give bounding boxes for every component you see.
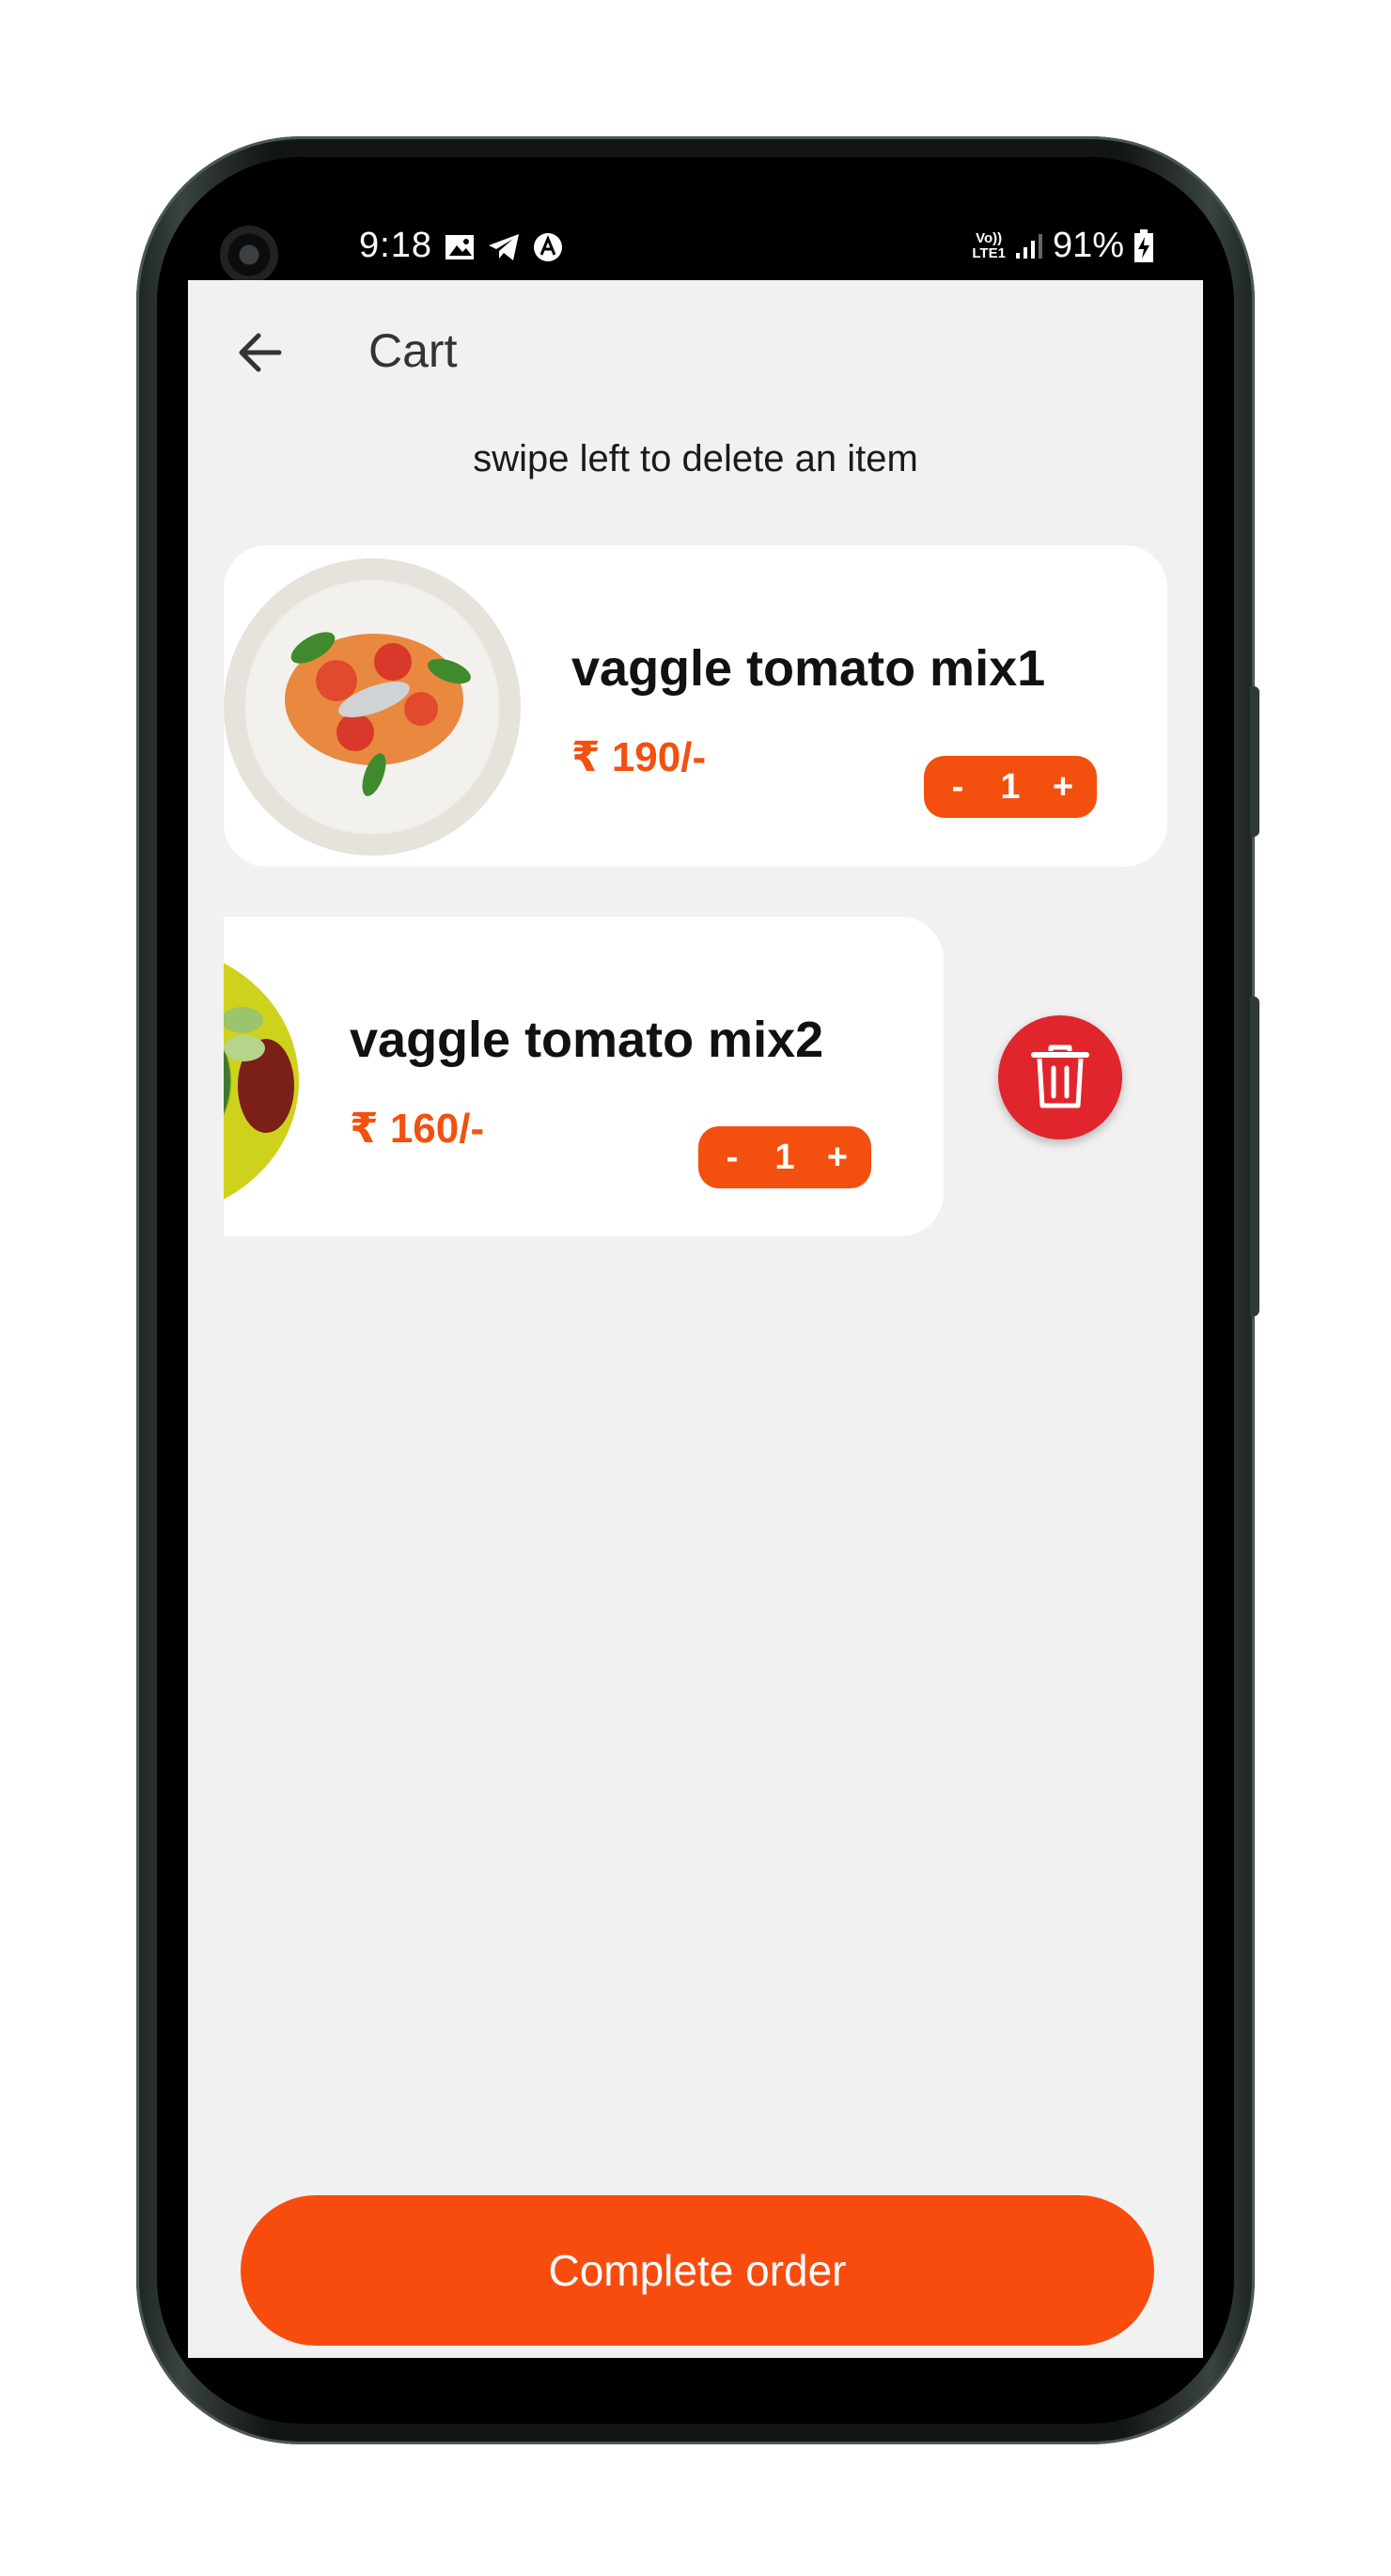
- quantity-value: 1: [1000, 766, 1021, 807]
- decrease-quantity-button[interactable]: -: [719, 1138, 745, 1178]
- app-bar: Cart: [188, 280, 1203, 421]
- status-bar: 9:18 Vo)) LTE1 91%: [188, 186, 1203, 284]
- telegram-icon: [489, 234, 519, 260]
- app-notification-icon: [534, 233, 562, 261]
- notification-icons: [444, 231, 564, 263]
- complete-order-button[interactable]: Complete order: [241, 2195, 1154, 2346]
- item-price: ₹ 190/-: [571, 734, 707, 780]
- battery-charging-icon: [1134, 228, 1153, 262]
- arrow-left-icon: [239, 333, 282, 372]
- signal-icon: [1015, 233, 1042, 259]
- battery-percent: 91%: [1052, 226, 1124, 265]
- food-image: [224, 945, 299, 1217]
- cart-item-card[interactable]: vaggle tomato mix2 ₹ 160/- - 1 +: [224, 917, 944, 1236]
- status-time: 9:18: [359, 226, 432, 265]
- item-name: vaggle tomato mix2: [350, 1012, 824, 1068]
- decrease-quantity-button[interactable]: -: [945, 767, 971, 808]
- front-camera: [220, 226, 278, 284]
- quantity-value: 1: [774, 1137, 795, 1177]
- lte-label: LTE1: [972, 244, 1006, 261]
- food-image: [224, 558, 521, 856]
- status-right: Vo)) LTE1 91%: [972, 226, 1154, 266]
- trash-icon: [1031, 1045, 1089, 1108]
- gallery-icon: [445, 235, 474, 259]
- increase-quantity-button[interactable]: +: [824, 1138, 851, 1178]
- page-title: Cart: [368, 324, 458, 377]
- network-type: Vo)) LTE1: [972, 229, 1006, 261]
- swipe-hint: swipe left to delete an item: [473, 438, 918, 479]
- quantity-stepper: - 1 +: [924, 756, 1097, 818]
- phone-side-button: [1250, 997, 1259, 1316]
- quantity-stepper: - 1 +: [698, 1126, 871, 1188]
- increase-quantity-button[interactable]: +: [1050, 767, 1076, 808]
- back-button[interactable]: [227, 320, 293, 385]
- item-name: vaggle tomato mix1: [571, 640, 1046, 697]
- item-price: ₹ 160/-: [350, 1106, 485, 1152]
- salad-plate-illustration: [285, 632, 471, 796]
- salad-plate-illustration: [224, 1007, 294, 1133]
- volte-label: Vo)): [976, 229, 1003, 246]
- phone-screen: 9:18 Vo)) LTE1 91% Cart swipe left to de…: [188, 186, 1203, 2358]
- cart-item-card[interactable]: vaggle tomato mix1 ₹ 190/- - 1 +: [224, 545, 1167, 867]
- delete-item-button[interactable]: [998, 1015, 1122, 1139]
- cart-screen: Cart swipe left to delete an item vaggle…: [188, 280, 1203, 2358]
- phone-side-button: [1250, 686, 1259, 837]
